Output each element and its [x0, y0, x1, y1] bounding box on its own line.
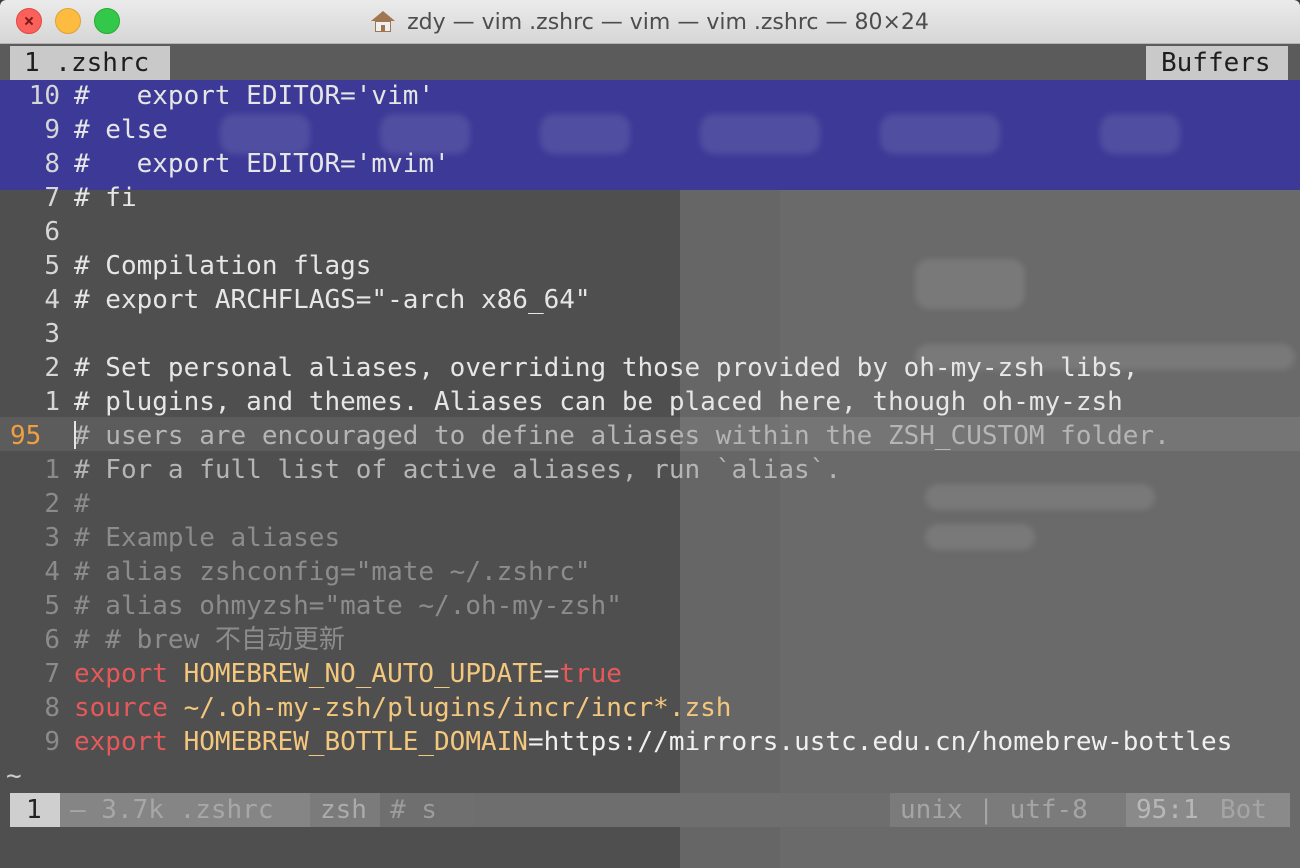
mirror-url: https://mirrors.ustc.edu.cn/homebrew-bot…	[543, 727, 1233, 757]
editor-line: 3 # Example aliases	[10, 521, 340, 555]
line-number: 1	[44, 387, 60, 417]
line-number: 2	[44, 353, 60, 383]
minimize-button[interactable]	[55, 8, 81, 34]
editor-line: 1 # For a full list of active aliases, ru…	[10, 453, 841, 487]
line-number: 5	[44, 251, 60, 281]
line-text: # export EDITOR='mvim'	[74, 149, 450, 179]
status-filetype: zsh	[310, 793, 380, 827]
editor-line: 4 # alias zshconfig="mate ~/.zshrc"	[10, 555, 591, 589]
line-text: # # brew 不自动更新	[74, 625, 345, 655]
editor-line: 10 # export EDITOR='vim'	[10, 79, 434, 113]
keyword-export: export	[74, 727, 168, 757]
close-button[interactable]	[16, 8, 42, 34]
line-number: 7	[44, 659, 60, 689]
editor-line: 4 # export ARCHFLAGS="-arch x86_64"	[10, 283, 591, 317]
line-number: 9	[44, 727, 60, 757]
editor-line: 8 # export EDITOR='mvim'	[10, 147, 450, 181]
line-number: 6	[44, 217, 60, 247]
keyword-export: export	[74, 659, 168, 689]
line-number: 4	[44, 285, 60, 315]
text-cursor	[74, 420, 76, 449]
line-number: 4	[44, 557, 60, 587]
status-scroll-position: Bot	[1210, 793, 1290, 827]
line-number: 5	[44, 591, 60, 621]
home-folder-icon	[371, 11, 396, 33]
terminal-window: zdy — vim .zshrc — vim — vim .zshrc — 80…	[0, 0, 1300, 868]
editor-line: 7 # fi	[10, 181, 137, 215]
line-text: # Set personal aliases, overriding those…	[74, 353, 1139, 383]
editor-line: 7 export HOMEBREW_NO_AUTO_UPDATE=true	[10, 657, 622, 691]
editor-line: 2 # Set personal aliases, overriding thos…	[10, 351, 1138, 385]
line-text: # For a full list of active aliases, run…	[74, 455, 842, 485]
editor-line: 5 # alias ohmyzsh="mate ~/.oh-my-zsh"	[10, 589, 622, 623]
line-text: # Example aliases	[74, 523, 341, 553]
vim-editor[interactable]: 1 .zshrc Buffers 10 # export EDITOR='vim'…	[0, 44, 1300, 868]
statusline: 1 – 3.7k .zshrc zsh # s unix | utf-8 95:…	[10, 793, 1290, 827]
buffers-label: Buffers	[1146, 46, 1288, 80]
current-line-number: 95	[10, 421, 42, 451]
value-true: true	[559, 659, 622, 689]
line-number: 3	[44, 319, 60, 349]
source-path: ~/.oh-my-zsh/plugins/incr/incr*.zsh	[183, 693, 732, 723]
window-title: zdy — vim .zshrc — vim — vim .zshrc — 80…	[407, 9, 929, 35]
status-buffer-number: 1	[10, 793, 60, 827]
line-number: 3	[44, 523, 60, 553]
tab-zshrc[interactable]: 1 .zshrc	[10, 46, 170, 80]
zoom-button[interactable]	[94, 8, 120, 34]
status-cursor-position: 95:1	[1126, 793, 1210, 827]
line-text: # users are encouraged to define aliases…	[74, 421, 1170, 451]
line-number: 6	[44, 625, 60, 655]
editor-line: 5 # Compilation flags	[10, 249, 371, 283]
close-icon	[25, 17, 33, 25]
variable-name: HOMEBREW_BOTTLE_DOMAIN	[183, 727, 528, 757]
line-number: 10	[28, 81, 60, 111]
line-text: # alias zshconfig="mate ~/.zshrc"	[74, 557, 591, 587]
line-number: 9	[44, 115, 60, 145]
editor-line: 3	[10, 317, 74, 351]
line-text: # fi	[74, 183, 137, 213]
editor-line: 2 #	[10, 487, 90, 521]
line-text: # export EDITOR='vim'	[74, 81, 435, 111]
editor-line: 6	[10, 215, 74, 249]
line-text: # export ARCHFLAGS="-arch x86_64"	[74, 285, 591, 315]
line-text: # plugins, and themes. Aliases can be pl…	[74, 387, 1123, 417]
line-number: 2	[44, 489, 60, 519]
editor-line: 6 # # brew 不自动更新	[10, 623, 345, 657]
variable-name: HOMEBREW_NO_AUTO_UPDATE	[183, 659, 544, 689]
status-encoding: unix | utf-8	[890, 793, 1126, 827]
editor-line: 8 source ~/.oh-my-zsh/plugins/incr/incr*.…	[10, 691, 731, 725]
line-text: #	[74, 489, 90, 519]
line-number: 8	[44, 149, 60, 179]
status-file-info: – 3.7k .zshrc	[60, 793, 310, 827]
keyword-source: source	[74, 693, 168, 723]
line-number: 1	[44, 455, 60, 485]
status-tag: # s	[380, 793, 474, 827]
line-text: # else	[74, 115, 168, 145]
line-text: # alias ohmyzsh="mate ~/.oh-my-zsh"	[74, 591, 622, 621]
line-number: 7	[44, 183, 60, 213]
line-number: 8	[44, 693, 60, 723]
editor-line: 9 # else	[10, 113, 168, 147]
current-editor-line: 95 # users are encouraged to define alias…	[10, 419, 1170, 453]
editor-line: 9 export HOMEBREW_BOTTLE_DOMAIN=https://m…	[10, 725, 1232, 759]
empty-line-marker: ~	[6, 761, 22, 791]
title-bar: zdy — vim .zshrc — vim — vim .zshrc — 80…	[0, 0, 1300, 44]
editor-line: 1 # plugins, and themes. Aliases can be p…	[10, 385, 1123, 419]
line-text: # Compilation flags	[74, 251, 372, 281]
